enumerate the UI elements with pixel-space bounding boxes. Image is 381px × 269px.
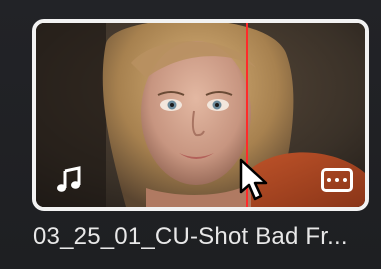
mouse-pointer-icon [238, 158, 268, 202]
dot [343, 178, 347, 182]
more-options-icon[interactable] [321, 168, 353, 192]
dot [335, 178, 339, 182]
clip-thumbnail-image [36, 23, 365, 207]
music-note-icon [55, 166, 83, 194]
clip-thumbnail-card[interactable] [32, 19, 369, 211]
dot [327, 178, 331, 182]
media-pool-panel: 03_25_01_CU-Shot Bad Fr... [0, 0, 381, 269]
clip-name-label: 03_25_01_CU-Shot Bad Fr... [33, 223, 348, 250]
